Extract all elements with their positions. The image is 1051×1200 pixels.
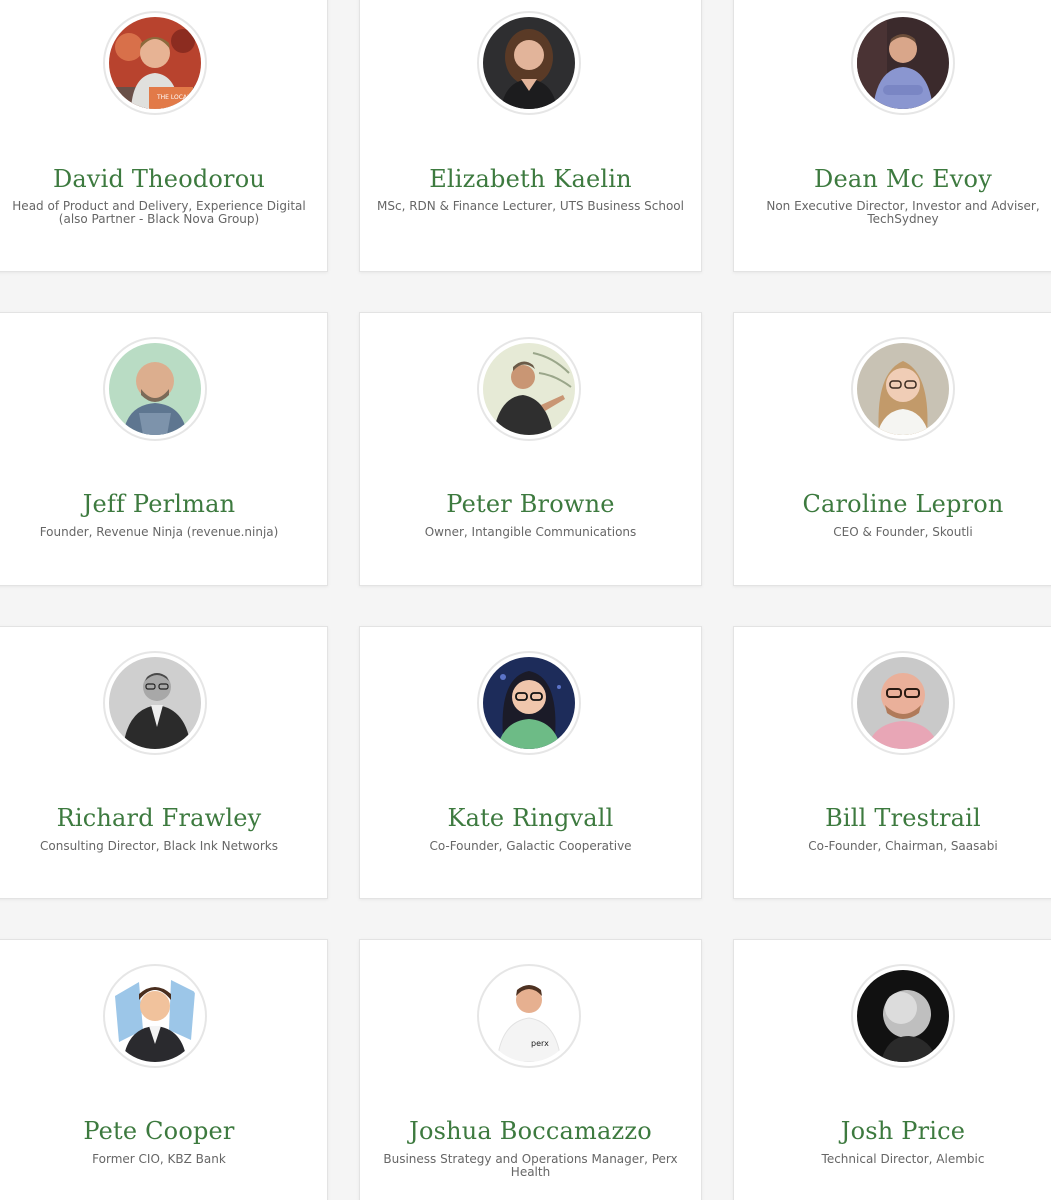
team-card: perx Joshua Boccamazzo Business Strategy… — [359, 939, 702, 1200]
team-card: Dean Mc Evoy Non Executive Director, Inv… — [733, 0, 1051, 272]
person-name: David Theodorou — [52, 165, 266, 193]
photo-man-suit-bw-icon — [109, 657, 201, 749]
person-role: Non Executive Director, Investor and Adv… — [766, 199, 1040, 226]
photo-woman-icon — [483, 17, 575, 109]
svg-text:THE LOCAL: THE LOCAL — [156, 94, 191, 101]
photo-man-bw-icon — [857, 970, 949, 1062]
avatar — [851, 651, 955, 755]
photo-woman-glasses-icon — [483, 657, 575, 749]
person-name: Joshua Boccamazzo — [409, 1117, 652, 1145]
person-name: Pete Cooper — [83, 1117, 235, 1145]
person-role: Co-Founder, Galactic Cooperative — [429, 839, 632, 853]
photo-man-presenting-icon — [483, 343, 575, 435]
avatar — [477, 651, 581, 755]
person-name: Josh Price — [840, 1117, 966, 1145]
avatar — [103, 337, 207, 441]
avatar: THE LOCAL — [103, 11, 207, 115]
avatar — [851, 11, 955, 115]
person-name: Jeff Perlman — [82, 490, 236, 518]
person-role: Former CIO, KBZ Bank — [92, 1152, 226, 1166]
team-card: Richard Frawley Consulting Director, Bla… — [0, 626, 328, 899]
team-card: Kate Ringvall Co-Founder, Galactic Coope… — [359, 626, 702, 899]
person-role: Founder, Revenue Ninja (revenue.ninja) — [39, 525, 279, 539]
person-name: Bill Trestrail — [825, 804, 981, 832]
person-role: Consulting Director, Black Ink Networks — [40, 839, 278, 853]
photo-man-glasses-icon — [857, 657, 949, 749]
team-card: Peter Browne Owner, Intangible Communica… — [359, 312, 702, 586]
avatar — [851, 337, 955, 441]
person-role: CEO & Founder, Skoutli — [833, 525, 973, 539]
team-card: Josh Price Technical Director, Alembic — [733, 939, 1051, 1200]
team-card: Pete Cooper Former CIO, KBZ Bank — [0, 939, 328, 1200]
person-name: Dean Mc Evoy — [814, 165, 992, 193]
avatar — [477, 337, 581, 441]
photo-man-arms-crossed-icon — [857, 17, 949, 109]
person-name: Elizabeth Kaelin — [429, 165, 632, 193]
team-grid: THE LOCAL David Theodorou Head of Produc… — [0, 0, 1051, 1200]
photo-man-white-shirt-icon: perx — [483, 970, 575, 1062]
svg-text:perx: perx — [531, 1039, 549, 1048]
person-role: Owner, Intangible Communications — [424, 525, 637, 539]
person-name: Kate Ringvall — [447, 804, 614, 832]
avatar — [851, 964, 955, 1068]
team-card: Jeff Perlman Founder, Revenue Ninja (rev… — [0, 312, 328, 586]
person-role: Business Strategy and Operations Manager… — [383, 1152, 678, 1179]
cartoon-man-suit-icon — [109, 970, 201, 1062]
person-role: MSc, RDN & Finance Lecturer, UTS Busines… — [377, 199, 684, 213]
person-role: Co-Founder, Chairman, Saasabi — [808, 839, 998, 853]
photo-man-bald-icon — [109, 343, 201, 435]
team-card: Caroline Lepron CEO & Founder, Skoutli — [733, 312, 1051, 586]
person-role: Technical Director, Alembic — [821, 1152, 985, 1166]
photo-man-speaking-icon: THE LOCAL — [109, 17, 201, 109]
person-role: Head of Product and Delivery, Experience… — [12, 199, 306, 226]
team-card: Elizabeth Kaelin MSc, RDN & Finance Lect… — [359, 0, 702, 272]
person-name: Peter Browne — [446, 490, 615, 518]
team-card: Bill Trestrail Co-Founder, Chairman, Saa… — [733, 626, 1051, 899]
person-name: Richard Frawley — [56, 804, 262, 832]
avatar — [477, 11, 581, 115]
photo-woman-glasses-icon — [857, 343, 949, 435]
avatar: perx — [477, 964, 581, 1068]
person-name: Caroline Lepron — [802, 490, 1004, 518]
avatar — [103, 964, 207, 1068]
avatar — [103, 651, 207, 755]
team-card: THE LOCAL David Theodorou Head of Produc… — [0, 0, 328, 272]
